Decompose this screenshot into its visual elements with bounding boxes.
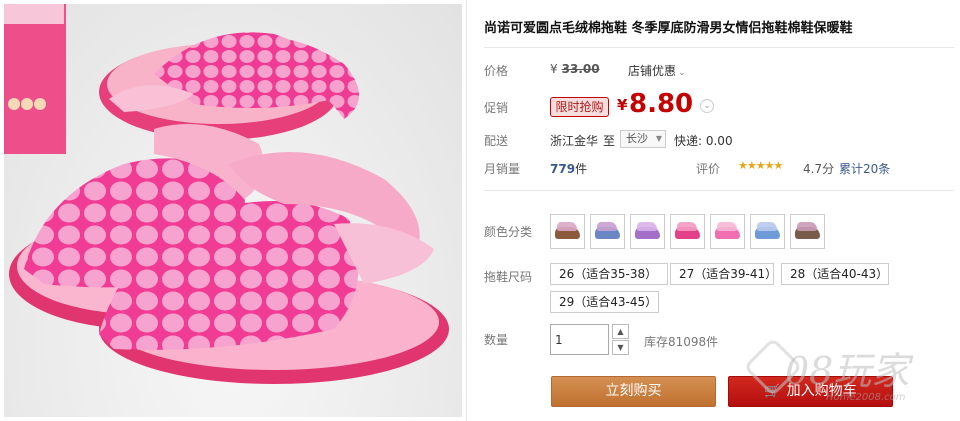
divider xyxy=(484,190,954,191)
ship-from: 浙江金华 xyxy=(550,134,599,148)
shop-promo-dropdown[interactable]: 店铺优惠 ⌄ xyxy=(628,62,686,79)
slipper-photo xyxy=(4,4,449,384)
color-swatch-purple[interactable] xyxy=(630,214,665,249)
destination-select[interactable]: 长沙 ▼ xyxy=(620,130,666,148)
product-image[interactable] xyxy=(4,4,462,417)
express-fee: 快递: 0.00 xyxy=(674,134,733,148)
color-swatch-rose[interactable] xyxy=(670,214,705,249)
chevron-down-icon[interactable]: ⌄ xyxy=(700,99,714,113)
flash-sale-badge: 限时抢购 xyxy=(550,97,609,117)
watermark-domain: Home2008.com xyxy=(826,392,906,403)
sales-count: 779 xyxy=(550,162,576,176)
slipper-thumbnail-icon xyxy=(674,218,701,245)
color-swatch-blue[interactable] xyxy=(590,214,625,249)
quantity-decrease-button[interactable]: ▼ xyxy=(612,340,629,355)
size-label: 拖鞋尺码 xyxy=(484,270,533,284)
promo-price: 8.80 xyxy=(629,89,694,119)
rating-label: 评价 xyxy=(696,162,721,176)
divider xyxy=(466,0,467,421)
price-label: 价格 xyxy=(484,64,509,78)
ship-to-word: 至 xyxy=(603,134,616,148)
shop-promo-label: 店铺优惠 xyxy=(628,64,677,78)
shipping-label: 配送 xyxy=(484,134,509,148)
slipper-thumbnail-icon xyxy=(754,218,781,245)
rating-stars-icon: ★★★★★ xyxy=(738,159,783,172)
sales-unit: 件 xyxy=(575,162,588,176)
quantity-input[interactable] xyxy=(550,324,609,355)
review-count-link[interactable]: 累计20条 xyxy=(839,160,890,177)
size-option[interactable]: 28（适合40-43） xyxy=(781,263,889,285)
color-label: 颜色分类 xyxy=(484,225,533,239)
destination-city: 长沙 xyxy=(626,132,648,145)
color-swatch-list xyxy=(550,214,825,249)
slipper-thumbnail-icon xyxy=(594,218,621,245)
original-price: ¥33.00 xyxy=(550,62,600,76)
quantity-label: 数量 xyxy=(484,333,509,347)
slipper-thumbnail-icon xyxy=(554,218,581,245)
divider xyxy=(484,47,954,48)
rating-score: 4.7分 xyxy=(803,162,835,176)
stock-count: 库存81098件 xyxy=(644,335,719,349)
product-title: 尚诺可爱圆点毛绒棉拖鞋 冬季厚底防滑男女情侣拖鞋棉鞋保暖鞋 xyxy=(484,21,853,36)
color-swatch-sky[interactable] xyxy=(750,214,785,249)
quantity-increase-button[interactable]: ▲ xyxy=(612,324,629,339)
color-swatch-pink[interactable] xyxy=(710,214,745,249)
buy-now-button[interactable]: 立刻购买 xyxy=(551,376,716,407)
chevron-down-icon: ⌄ xyxy=(678,68,686,78)
promo-label: 促销 xyxy=(484,101,509,115)
slipper-thumbnail-icon xyxy=(634,218,661,245)
caret-down-icon: ▼ xyxy=(655,134,662,143)
watermark-brand: 08玩家 xyxy=(785,349,910,393)
size-option[interactable]: 26（适合35-38） xyxy=(550,263,668,285)
size-option[interactable]: 29（适合43-45） xyxy=(550,291,659,313)
slipper-thumbnail-icon xyxy=(794,218,821,245)
size-option[interactable]: 27（适合39-41） xyxy=(670,263,777,285)
sales-label: 月销量 xyxy=(484,162,521,176)
currency-symbol: ¥ xyxy=(617,96,628,114)
color-swatch-coffee[interactable] xyxy=(790,214,825,249)
original-price-value: 33.00 xyxy=(561,62,600,76)
monthly-sales: 779件 xyxy=(550,160,587,177)
slipper-thumbnail-icon xyxy=(714,218,741,245)
currency-symbol: ¥ xyxy=(550,62,558,76)
color-swatch-brown[interactable] xyxy=(550,214,585,249)
